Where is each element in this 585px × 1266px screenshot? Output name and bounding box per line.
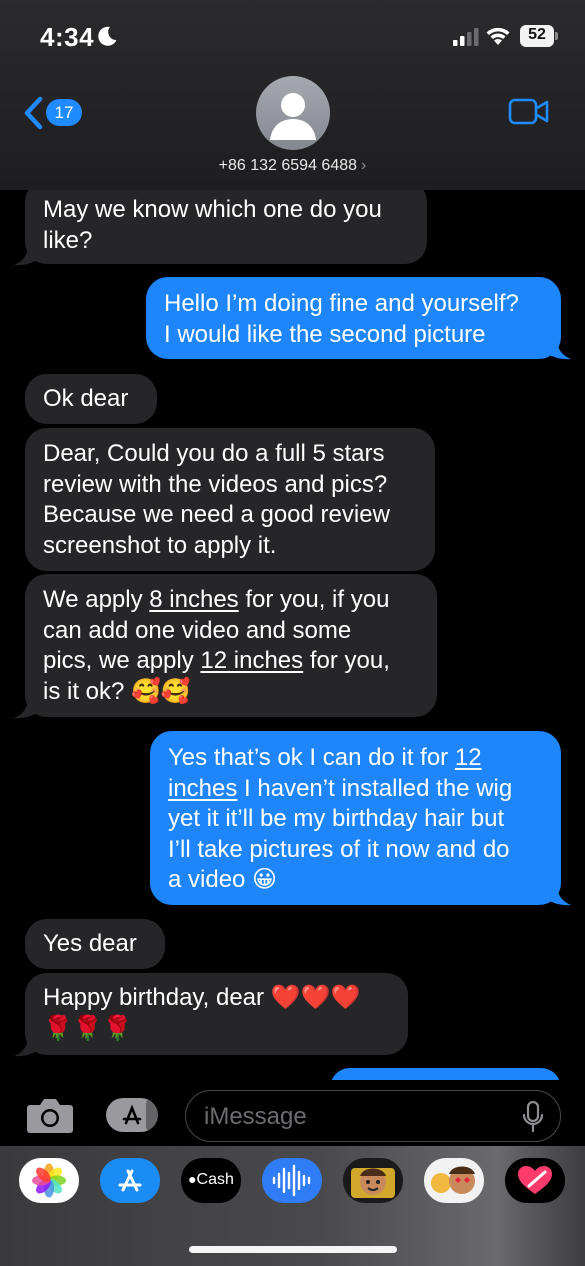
message-line: Yes dear (43, 930, 137, 957)
bubble-tail (14, 697, 42, 719)
message-line: inches I haven’t installed the wig (168, 774, 513, 802)
signal-icon (453, 28, 479, 46)
message-line: screenshot to apply it. (43, 531, 277, 559)
measurement-link[interactable]: 12 (455, 744, 482, 771)
battery-level: 52 (528, 26, 546, 43)
app-store-icon (118, 1169, 142, 1192)
video-camera-icon[interactable] (508, 97, 550, 127)
bubble-tail (543, 338, 571, 360)
message-input-placeholder: iMessage (204, 1103, 307, 1130)
contact-name[interactable]: +86 132 6594 6488 › (0, 157, 585, 175)
message-bubble-incoming[interactable]: Yes dear (25, 919, 165, 969)
status-time: 4:34 (40, 22, 95, 52)
cash-label: Cash (196, 1171, 234, 1188)
bubble-tail (14, 244, 42, 266)
message-line: Happy birthday, dear ❤️❤️❤️ (43, 984, 361, 1011)
conversation-header: 4:34 52 17 +86 132 6594 6488 › (0, 0, 585, 190)
avatar[interactable] (256, 76, 330, 150)
audio-message-app-button[interactable] (262, 1158, 322, 1203)
message-line: We apply 8 inches for you, if you (43, 586, 390, 613)
apple-logo-icon: ● (188, 1171, 197, 1187)
heart-icon (518, 1166, 552, 1194)
message-line: Dear, Could you do a full 5 stars (43, 440, 385, 467)
message-input[interactable]: iMessage (185, 1090, 561, 1142)
memoji-stickers-app-button[interactable] (424, 1158, 484, 1203)
app-store-icon[interactable] (104, 1097, 160, 1133)
message-bubble-incoming[interactable]: Ok dear (25, 374, 157, 424)
message-line: review with the videos and pics? (43, 470, 388, 498)
message-line: 🌹🌹🌹 (43, 1014, 133, 1042)
message-line: yet it it’ll be my birthday hair but (168, 805, 505, 832)
memoji-icon (351, 1168, 395, 1198)
app-store-app-button[interactable] (100, 1158, 160, 1203)
contact-number: +86 132 6594 6488 (218, 157, 358, 174)
photos-icon (32, 1163, 66, 1198)
measurement-link[interactable]: 12 inches (200, 647, 303, 674)
message-bubble-outgoing[interactable]: Yes that’s ok I can do it for 12 inches … (150, 731, 561, 905)
back-chevron-icon[interactable] (22, 96, 44, 130)
message-line: can add one video and some (43, 616, 352, 644)
battery-indicator: 52 (520, 25, 558, 47)
bubble-tail (14, 1035, 42, 1057)
memoji-stickers-icon (431, 1166, 475, 1194)
digital-touch-app-button[interactable] (505, 1158, 565, 1203)
message-bubble-incoming[interactable]: Happy birthday, dear ❤️❤️❤️ 🌹🌹🌹 (25, 973, 408, 1055)
message-line: Ok dear (43, 385, 129, 412)
message-line: Because we need a good review (43, 501, 390, 528)
message-line: like? (43, 226, 93, 254)
apple-cash-icon: ●Cash (181, 1171, 241, 1189)
message-line: May we know which one do you (43, 196, 382, 223)
message-bubble-incoming[interactable]: May we know which one do you like? (25, 180, 427, 264)
message-bubble-incoming[interactable]: Dear, Could you do a full 5 stars review… (25, 428, 435, 571)
chevron-right-icon: › (361, 157, 367, 174)
audio-wave-icon (272, 1164, 311, 1197)
message-line: a video 😀 (168, 866, 278, 893)
apple-cash-app-button[interactable]: ●Cash (181, 1158, 241, 1203)
person-icon (270, 93, 316, 140)
memoji-app-button[interactable] (343, 1158, 403, 1203)
wifi-icon (486, 27, 510, 45)
measurement-link[interactable]: 8 inches (149, 586, 238, 613)
mic-icon[interactable] (522, 1101, 544, 1133)
measurement-link[interactable]: inches (168, 775, 237, 802)
message-line: I would like the second picture (164, 320, 486, 348)
message-line: is it ok? 🥰🥰 (43, 677, 191, 705)
bubble-tail (543, 884, 571, 906)
photos-app-button[interactable] (19, 1158, 79, 1203)
moon-icon (98, 26, 117, 46)
message-line: Yes that’s ok I can do it for 12 (168, 744, 482, 771)
message-line: pics, we apply 12 inches for you, (43, 647, 390, 674)
message-bubble-outgoing[interactable]: Hello I’m doing fine and yourself? I wou… (146, 277, 561, 359)
unread-count-badge[interactable]: 17 (46, 99, 82, 126)
message-bubble-incoming[interactable]: We apply 8 inches for you, if you can ad… (25, 574, 437, 717)
home-indicator[interactable] (189, 1246, 397, 1253)
message-line: Hello I’m doing fine and yourself? (164, 290, 519, 317)
message-line: I’ll take pictures of it now and do (168, 835, 510, 863)
camera-icon[interactable] (26, 1096, 74, 1134)
